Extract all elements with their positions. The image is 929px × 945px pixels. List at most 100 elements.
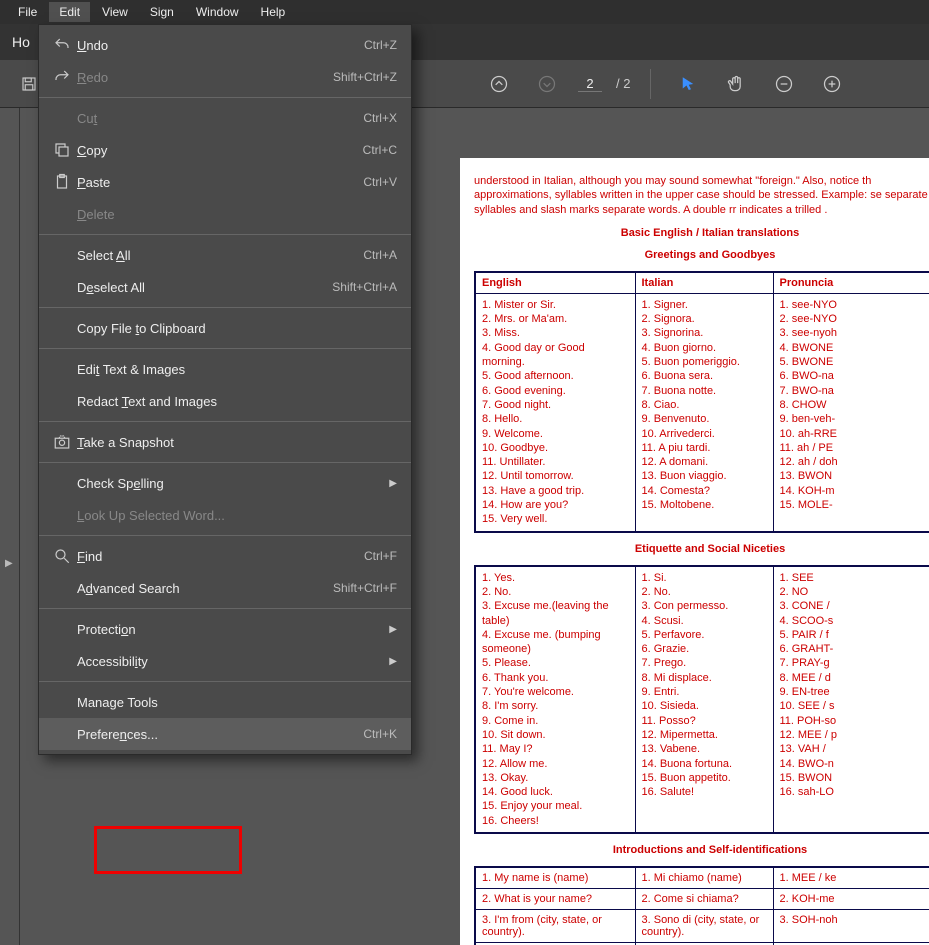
page-down-icon[interactable] [530,67,564,101]
heading-etiquette: Etiquette and Social Niceties [474,543,929,555]
menu-cut: CutCtrl+X [39,102,411,134]
find-icon [47,547,77,565]
table-header: English [475,272,635,294]
menu-edit[interactable]: Edit [49,2,90,22]
menu-paste-label: Paste [77,175,363,190]
take-snapshot-label: Take a Snapshot [77,435,397,450]
menu-undo-label: Undo [77,38,364,53]
redact-text-images[interactable]: Redact Text and Images [39,385,411,417]
page-number-input[interactable] [578,76,602,92]
manage-tools-label: Manage Tools [77,695,397,710]
menu-redo-shortcut: Shift+Ctrl+Z [333,70,397,84]
menu-cut-label: Cut [77,111,363,126]
menu-redo-label: Redo [77,70,333,85]
menu-redo: RedoShift+Ctrl+Z [39,61,411,93]
chevron-right-icon: ▶ [389,624,397,635]
menu-paste[interactable]: PasteCtrl+V [39,166,411,198]
heading-greetings: Greetings and Goodbyes [474,249,929,261]
intro-text: understood in Italian, although you may … [474,174,929,217]
heading-intros: Introductions and Self-identifications [474,844,929,856]
redact-text-images-label: Redact Text and Images [77,394,397,409]
menu-paste-shortcut: Ctrl+V [363,175,397,189]
chevron-right-icon: ▶ [389,656,397,667]
menu-sign[interactable]: Sign [140,2,184,22]
table-header: Pronuncia [773,272,929,294]
find-label: Find [77,549,364,564]
menu-separator [39,348,411,349]
menu-window[interactable]: Window [186,2,249,22]
menu-separator [39,421,411,422]
menu-separator [39,234,411,235]
snapshot-icon [47,433,77,451]
take-snapshot[interactable]: Take a Snapshot [39,426,411,458]
menu-select-all[interactable]: Select AllCtrl+A [39,239,411,271]
table-header: Italian [635,272,773,294]
menu-copy-shortcut: Ctrl+C [363,143,397,157]
menu-separator [39,97,411,98]
pdf-page: understood in Italian, although you may … [460,158,929,945]
sidebar-collapsed[interactable]: ▶ [0,108,20,945]
home-tab[interactable]: Ho [12,34,30,50]
preferences[interactable]: Preferences...Ctrl+K [39,718,411,750]
heading-translations: Basic English / Italian translations [474,227,929,239]
menu-separator [39,535,411,536]
menu-file[interactable]: File [8,2,47,22]
menu-help[interactable]: Help [251,2,296,22]
redo-icon [47,68,77,86]
zoom-out-icon[interactable] [767,67,801,101]
find-shortcut: Ctrl+F [364,549,397,563]
menu-copy[interactable]: CopyCtrl+C [39,134,411,166]
hand-tool-icon[interactable] [719,67,753,101]
divider [650,69,651,99]
check-spelling[interactable]: Check Spelling▶ [39,467,411,499]
copy-file-to-clipboard-label: Copy File to Clipboard [77,321,397,336]
menu-undo[interactable]: UndoCtrl+Z [39,29,411,61]
menubar: FileEditViewSignWindowHelp [0,0,929,24]
protection[interactable]: Protection▶ [39,613,411,645]
selection-tool-icon[interactable] [671,67,705,101]
menu-separator [39,608,411,609]
menu-deselect-all[interactable]: Deselect AllShift+Ctrl+A [39,271,411,303]
menu-delete: Delete [39,198,411,230]
chevron-right-icon: ▶ [389,478,397,489]
menu-separator [39,307,411,308]
copy-file-to-clipboard[interactable]: Copy File to Clipboard [39,312,411,344]
undo-icon [47,36,77,54]
menu-copy-label: Copy [77,143,363,158]
accessibility-label: Accessibility [77,654,397,669]
protection-label: Protection [77,622,397,637]
etiquette-table: 1. Yes.2. No.3. Excuse me.(leaving the t… [474,565,929,834]
page-total: / 2 [616,76,630,91]
page-up-icon[interactable] [482,67,516,101]
table-row: 3. I'm from (city, state, or country).3.… [475,909,929,942]
preferences-label: Preferences... [77,727,363,742]
menu-separator [39,462,411,463]
preferences-shortcut: Ctrl+K [363,727,397,741]
advanced-search-shortcut: Shift+Ctrl+F [333,581,397,595]
sidebar-expand-icon[interactable]: ▶ [5,558,13,569]
edit-text-images-label: Edit Text & Images [77,362,397,377]
greetings-table: EnglishItalianPronuncia 1. Mister or Sir… [474,271,929,533]
edit-menu: UndoCtrl+ZRedoShift+Ctrl+ZCutCtrl+XCopyC… [38,24,412,755]
intros-table: 1. My name is (name)1. Mi chiamo (name)1… [474,866,929,945]
menu-view[interactable]: View [92,2,138,22]
advanced-search-label: Advanced Search [77,581,333,596]
copy-icon [47,141,77,159]
menu-delete-label: Delete [77,207,397,222]
table-row: 2. What is your name?2. Come si chiama?2… [475,888,929,909]
zoom-in-icon[interactable] [815,67,849,101]
menu-select-all-label: Select All [77,248,363,263]
menu-cut-shortcut: Ctrl+X [363,111,397,125]
menu-deselect-all-label: Deselect All [77,280,332,295]
advanced-search[interactable]: Advanced SearchShift+Ctrl+F [39,572,411,604]
find[interactable]: FindCtrl+F [39,540,411,572]
check-spelling-label: Check Spelling [77,476,397,491]
edit-text-images[interactable]: Edit Text & Images [39,353,411,385]
menu-select-all-shortcut: Ctrl+A [363,248,397,262]
manage-tools[interactable]: Manage Tools [39,686,411,718]
accessibility[interactable]: Accessibility▶ [39,645,411,677]
menu-deselect-all-shortcut: Shift+Ctrl+A [332,280,397,294]
menu-separator [39,681,411,682]
look-up-word: Look Up Selected Word... [39,499,411,531]
look-up-word-label: Look Up Selected Word... [77,508,397,523]
